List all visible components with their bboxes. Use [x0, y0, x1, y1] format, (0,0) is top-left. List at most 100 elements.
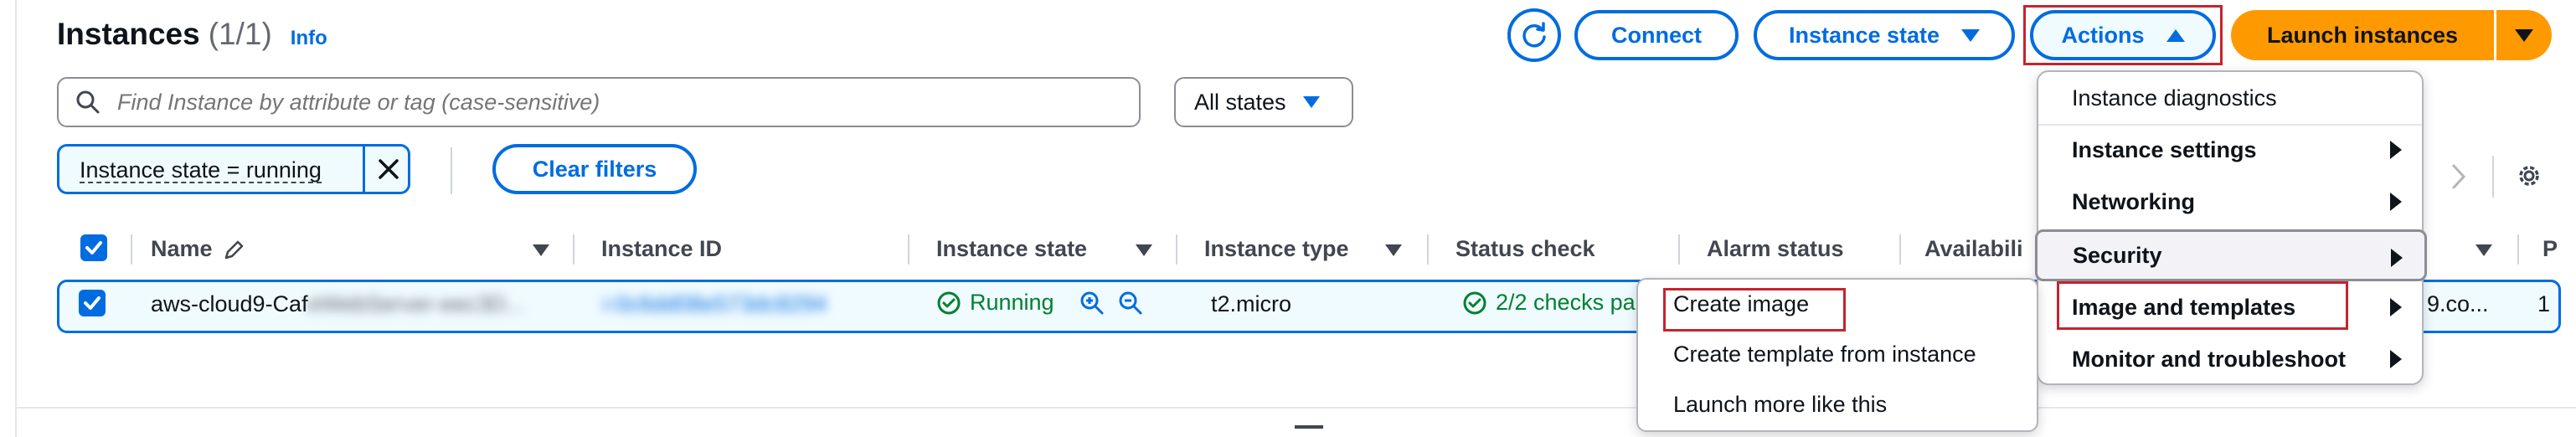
image-templates-highlight: [2057, 281, 2348, 330]
menu-item-label: Security: [2073, 242, 2162, 268]
chevron-right-icon: [2390, 193, 2402, 211]
chevron-down-icon: [2515, 28, 2533, 42]
sort-caret-icon[interactable]: [1136, 244, 1152, 256]
menu-item-label: Networking: [2072, 188, 2196, 214]
instance-state-label: Instance state: [1788, 22, 1940, 48]
chevron-up-icon: [2166, 28, 2185, 42]
zoom-in-icon[interactable]: [1079, 290, 1105, 316]
row-checkbox[interactable]: [79, 290, 106, 316]
clear-filters-button[interactable]: Clear filters: [492, 144, 697, 194]
launch-dropdown-button[interactable]: [2496, 10, 2552, 60]
column-divider: [1176, 234, 1177, 265]
instance-id-link[interactable]: i-0c6dd08e573dc8294: [603, 291, 827, 317]
submenu-item-label: Launch more like this: [1673, 391, 1888, 417]
column-divider: [1678, 234, 1680, 265]
pagination-separator: [2492, 156, 2494, 198]
info-link[interactable]: Info: [291, 27, 327, 50]
actions-label: Actions: [2061, 22, 2145, 48]
clear-filters-label: Clear filters: [532, 156, 657, 182]
menu-item-monitor-and-troubleshoot[interactable]: Monitor and troubleshoot: [2038, 333, 2424, 385]
sort-caret-icon[interactable]: [533, 244, 549, 256]
menu-item-label: Instance diagnostics: [2072, 85, 2277, 111]
states-select[interactable]: All states: [1174, 77, 1353, 127]
column-divider: [908, 234, 909, 265]
submenu-item-launch-more[interactable]: Launch more like this: [1638, 380, 2038, 429]
instance-state-value: Running: [970, 290, 1054, 315]
menu-item-label: Instance settings: [2072, 136, 2257, 162]
column-divider: [1899, 234, 1901, 265]
filter-token[interactable]: Instance state = running: [57, 144, 410, 194]
connect-button[interactable]: Connect: [1574, 10, 1739, 60]
page-left-border: [15, 0, 17, 437]
states-select-value: All states: [1194, 89, 1286, 115]
instance-type-value: t2.micro: [1211, 291, 1292, 316]
sort-caret-icon[interactable]: [1385, 244, 1402, 256]
dns-partial-value: 9.co...: [2427, 291, 2489, 316]
edit-pencil-icon[interactable]: [221, 238, 246, 263]
launch-instances-button[interactable]: Launch instances: [2231, 10, 2494, 60]
check-icon: [84, 296, 100, 310]
gear-icon[interactable]: [2514, 161, 2544, 191]
column-divider: [2517, 234, 2519, 265]
search-input[interactable]: [116, 88, 1107, 116]
last-column-partial: 1: [2537, 291, 2551, 316]
column-header-last[interactable]: P: [2543, 236, 2558, 262]
refresh-button[interactable]: [1507, 8, 1561, 62]
page-title: Instances (1/1) Info: [57, 17, 327, 52]
submenu-item-create-template[interactable]: Create template from instance: [1638, 330, 2038, 378]
menu-item-instance-settings[interactable]: Instance settings: [2038, 124, 2424, 176]
chevron-right-icon: [2390, 350, 2402, 368]
menu-item-security[interactable]: Security: [2035, 229, 2427, 281]
menu-item-instance-diagnostics[interactable]: Instance diagnostics: [2038, 72, 2424, 124]
resize-handle[interactable]: [1295, 425, 1323, 429]
sort-caret-icon[interactable]: [2476, 244, 2492, 256]
column-header-instance-state-label: Instance state: [936, 236, 1088, 261]
page-title-text: Instances: [57, 17, 200, 51]
instance-name: aws-cloud9-Caf: [151, 291, 308, 316]
success-check-icon: [937, 291, 961, 314]
refresh-icon: [1522, 22, 1546, 48]
column-header-instance-type[interactable]: Instance type: [1204, 236, 1349, 262]
column-header-instance-id-label: Instance ID: [601, 236, 723, 261]
check-icon: [85, 241, 102, 254]
close-icon[interactable]: [376, 157, 401, 182]
column-header-instance-type-label: Instance type: [1204, 236, 1349, 261]
filter-token-divider: [363, 147, 365, 192]
search-field[interactable]: [57, 77, 1141, 127]
status-check-value: 2/2 checks pa: [1496, 290, 1636, 315]
instance-state-cell: Running: [936, 290, 1054, 316]
submenu-item-label: Create template from instance: [1673, 341, 1976, 367]
menu-item-networking[interactable]: Networking: [2038, 176, 2424, 228]
instance-state-button[interactable]: Instance state: [1754, 10, 2015, 60]
instance-name-cell: aws-cloud9-CafeWebServer-eec3D...: [151, 291, 525, 317]
column-divider: [131, 234, 132, 265]
column-header-alarm-status[interactable]: Alarm status: [1707, 236, 1844, 262]
column-header-instance-state[interactable]: Instance state: [936, 236, 1087, 262]
create-image-highlight: [1663, 288, 1846, 332]
actions-button[interactable]: Actions: [2030, 10, 2216, 60]
instance-count: (1/1): [208, 17, 272, 51]
success-check-icon: [1463, 291, 1486, 314]
chevron-right-icon: [2390, 298, 2402, 316]
column-header-status-check-label: Status check: [1455, 236, 1595, 261]
chevron-down-icon: [1961, 28, 1981, 42]
chevron-down-icon: [1302, 96, 1320, 108]
column-header-instance-id[interactable]: Instance ID: [601, 236, 722, 262]
table-bottom-divider: [17, 407, 2576, 409]
column-header-name[interactable]: Name: [151, 236, 213, 262]
launch-label: Launch instances: [2266, 22, 2459, 48]
column-header-alarm-status-label: Alarm status: [1707, 236, 1844, 261]
actions-menu: Instance diagnostics Instance settings N…: [2035, 70, 2427, 385]
column-header-availability[interactable]: Availabili: [1924, 236, 2023, 262]
search-icon: [76, 90, 100, 114]
zoom-out-icon[interactable]: [1117, 290, 1144, 316]
status-check-cell: 2/2 checks pa: [1462, 290, 1636, 316]
column-divider: [1427, 234, 1429, 265]
select-all-checkbox[interactable]: [80, 234, 107, 261]
column-divider: [573, 234, 574, 265]
chevron-right-icon: [2391, 249, 2403, 267]
column-header-name-label: Name: [151, 236, 213, 261]
chevron-right-icon[interactable]: [2450, 162, 2467, 191]
filter-token-label[interactable]: Instance state = running: [80, 158, 322, 183]
column-header-status-check[interactable]: Status check: [1455, 236, 1595, 262]
